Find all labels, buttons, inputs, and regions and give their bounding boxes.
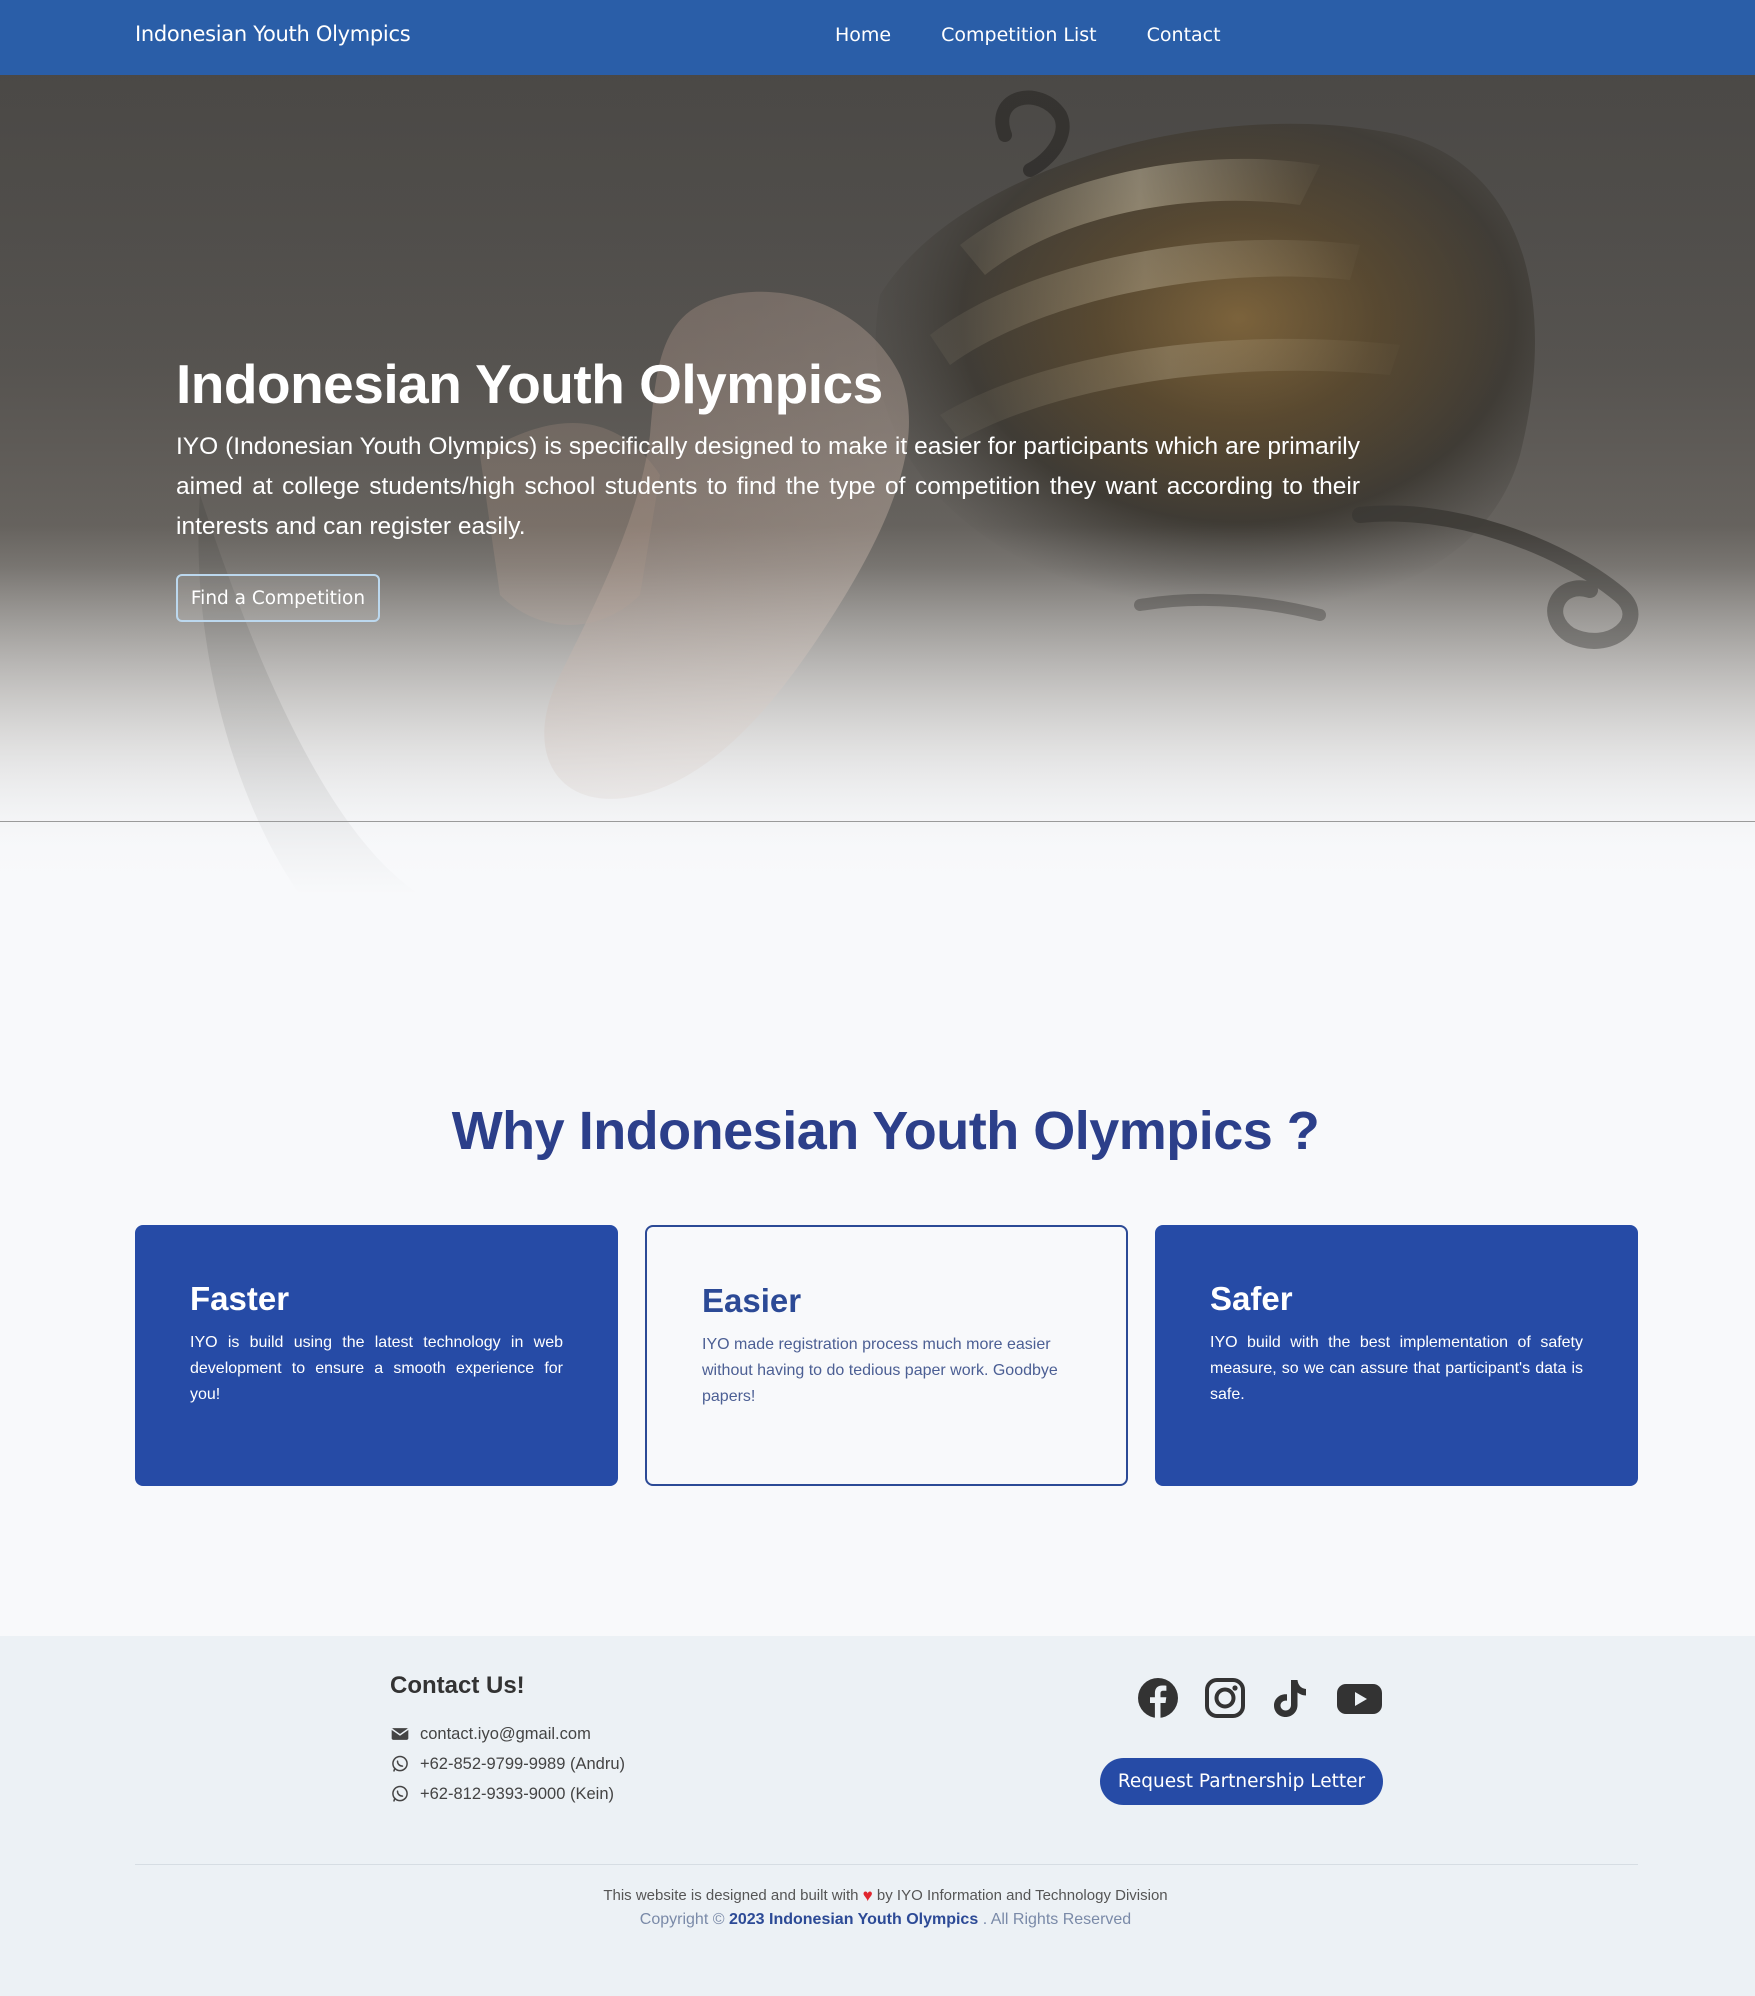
why-section-title: Why Indonesian Youth Olympics ?	[451, 1101, 1320, 1161]
brand-logo-text[interactable]: Indonesian Youth Olympics	[135, 22, 411, 46]
contact-phone-andru: +62-852-9799-9989 (Andru)	[390, 1754, 625, 1774]
tiktok-icon[interactable]	[1268, 1676, 1312, 1720]
nav-link-competition-list[interactable]: Competition List	[941, 24, 1097, 46]
feature-card-title: Easier	[702, 1282, 802, 1319]
copyright-text: Copyright © 2023 Indonesian Youth Olympi…	[0, 1911, 1755, 1929]
feature-card-text: IYO made registration process much more …	[702, 1336, 1058, 1405]
nav-link-contact[interactable]: Contact	[1147, 24, 1221, 46]
copyright-suffix: . All Rights Reserved	[982, 1911, 1132, 1928]
contact-email-text[interactable]: contact.iyo@gmail.com	[420, 1725, 591, 1744]
feature-card-safer: Safer IYO build with the best implementa…	[1155, 1225, 1638, 1486]
navbar: Indonesian Youth Olympics Home Competiti…	[0, 0, 1755, 75]
hero-divider	[0, 821, 1755, 822]
envelope-icon	[391, 1728, 409, 1740]
hero-description: IYO (Indonesian Youth Olympics) is speci…	[176, 433, 1360, 540]
footer-divider	[135, 1864, 1638, 1865]
credit-after: by IYO Information and Technology Divisi…	[876, 1887, 1168, 1904]
copyright-prefix: Copyright ©	[639, 1911, 725, 1928]
whatsapp-icon	[392, 1785, 408, 1802]
hero-section: Indonesian Youth Olympics IYO (Indonesia…	[0, 75, 1755, 895]
nav-links: Home Competition List Contact	[835, 24, 1221, 46]
instagram-icon[interactable]	[1203, 1676, 1247, 1720]
feature-card-title: Faster	[190, 1280, 290, 1317]
contact-phone-kein: +62-812-9393-9000 (Kein)	[390, 1784, 614, 1804]
feature-card-faster: Faster IYO is build using the latest tec…	[135, 1225, 618, 1486]
contact-phone-text[interactable]: +62-812-9393-9000 (Kein)	[420, 1785, 614, 1804]
contact-title: Contact Us!	[390, 1672, 525, 1699]
contact-phone-text[interactable]: +62-852-9799-9989 (Andru)	[420, 1755, 625, 1774]
feature-card-text: IYO build with the best implementation o…	[1210, 1334, 1583, 1403]
heart-icon: ♥	[862, 1886, 873, 1905]
hero-title: Indonesian Youth Olympics	[176, 353, 883, 415]
copyright-name: 2023 Indonesian Youth Olympics	[728, 1911, 979, 1928]
credit-before: This website is designed and built with	[603, 1887, 859, 1904]
feature-card-easier: Easier IYO made registration process muc…	[645, 1225, 1128, 1486]
contact-email: contact.iyo@gmail.com	[390, 1724, 591, 1744]
footer: Contact Us! contact.iyo@gmail.com +62-85…	[0, 1636, 1755, 1996]
facebook-icon[interactable]	[1136, 1676, 1180, 1720]
request-partnership-button[interactable]: Request Partnership Letter	[1100, 1758, 1383, 1805]
credit-text: This website is designed and built with …	[0, 1886, 1755, 1906]
feature-card-title: Safer	[1210, 1280, 1293, 1317]
nav-link-home[interactable]: Home	[835, 24, 891, 46]
feature-card-text: IYO is build using the latest technology…	[190, 1334, 563, 1403]
whatsapp-icon	[392, 1755, 408, 1772]
youtube-icon[interactable]	[1336, 1676, 1383, 1720]
find-competition-button[interactable]: Find a Competition	[176, 574, 380, 622]
